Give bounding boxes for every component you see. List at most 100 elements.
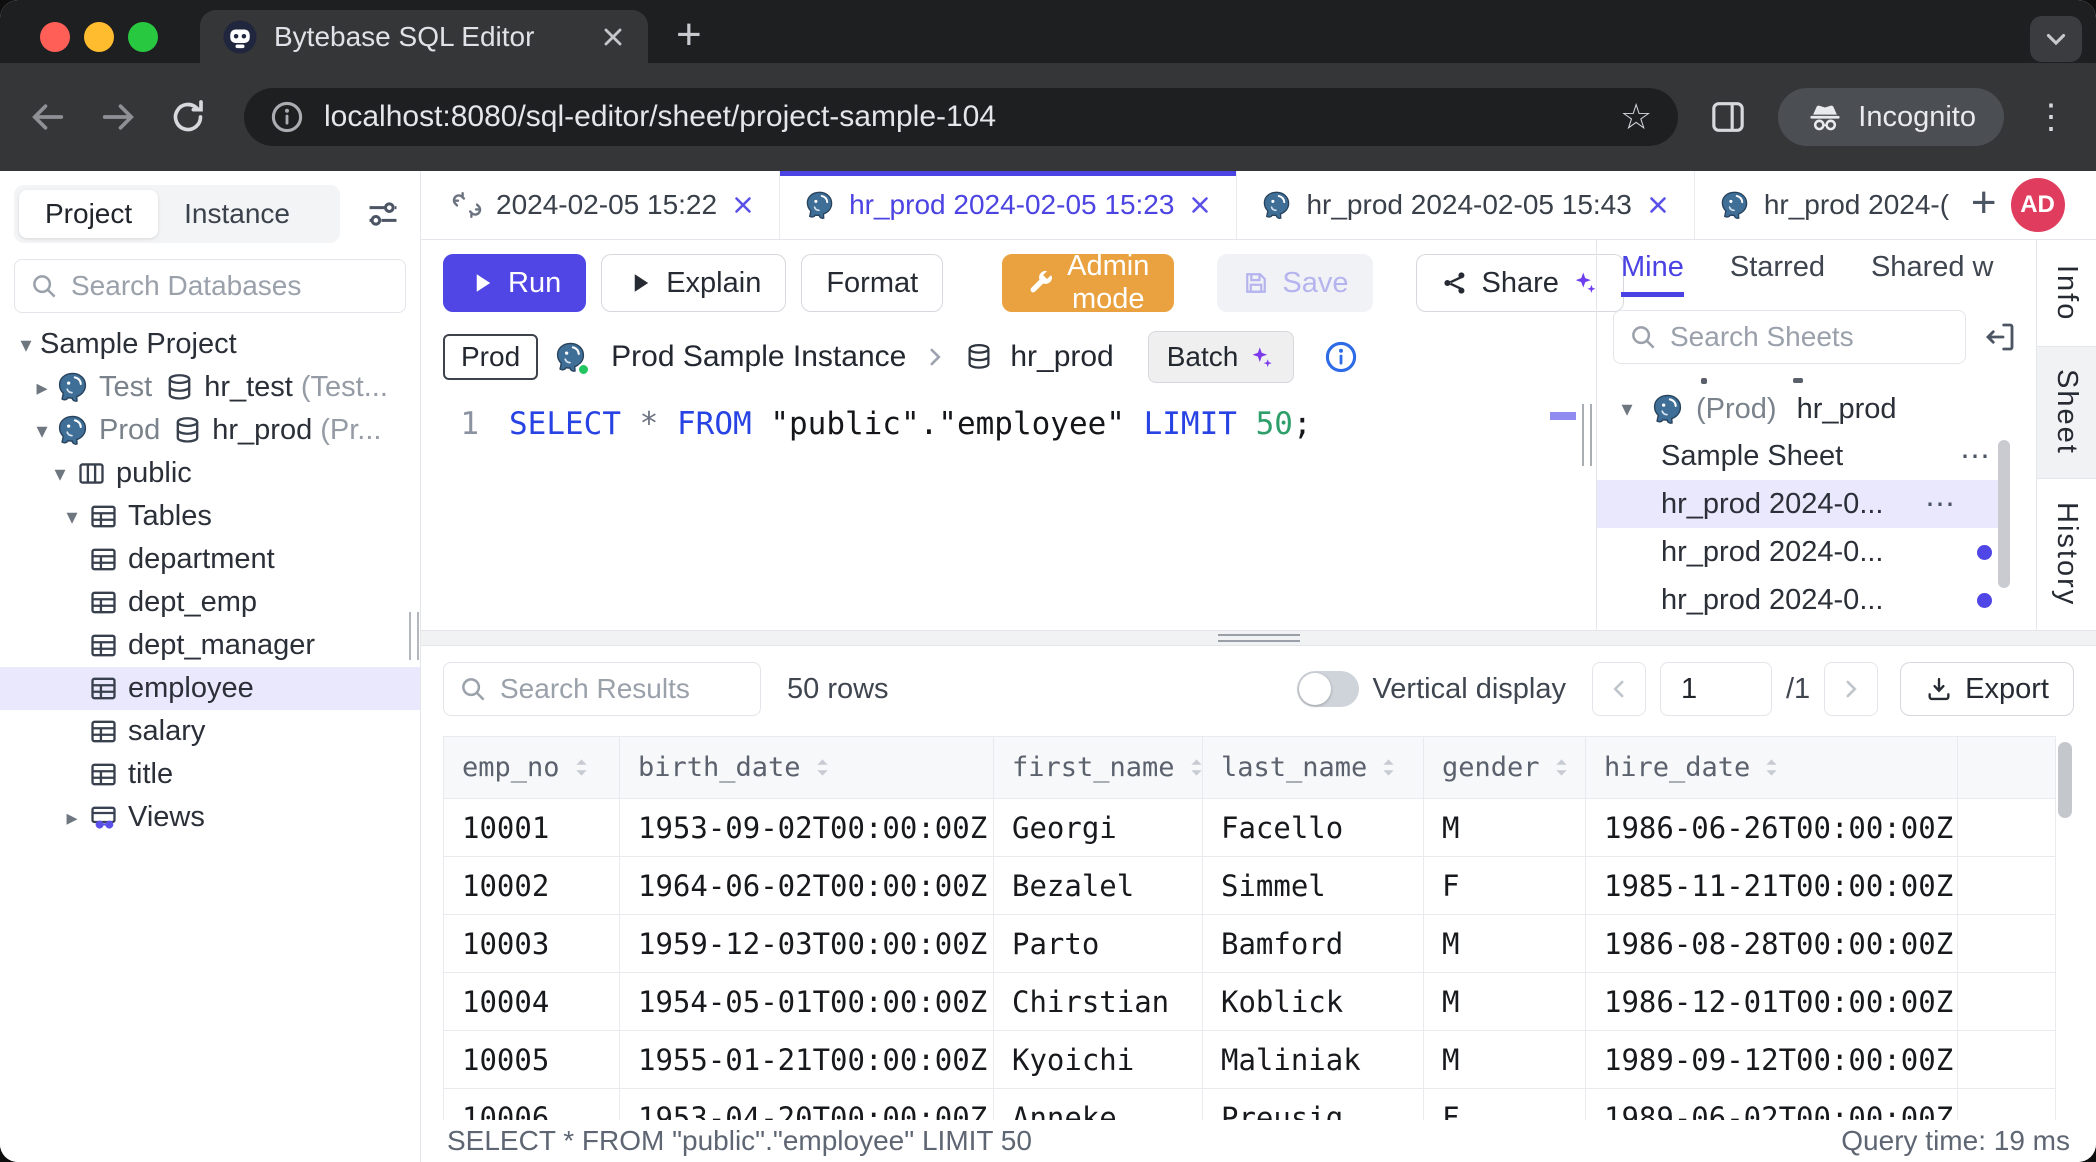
macos-window-controls[interactable] <box>40 22 158 52</box>
export-button[interactable]: Export <box>1900 662 2074 716</box>
sort-icon[interactable] <box>1758 754 1785 781</box>
admin-mode-button[interactable]: Admin mode <box>1002 254 1174 312</box>
explain-button[interactable]: Explain <box>601 254 786 312</box>
table-row[interactable]: 100051955-01-21T00:00:00ZKyoichiMaliniak… <box>444 1031 2056 1089</box>
column-header[interactable]: last_name <box>1203 737 1424 799</box>
tree-item-hr-prod[interactable]: ▾ Prod hr_prod (Pr... <box>0 409 420 452</box>
sheet-list-scrollbar[interactable] <box>1998 440 2010 588</box>
info-icon[interactable] <box>1324 340 1358 374</box>
close-tab-icon[interactable] <box>600 24 626 50</box>
back-icon[interactable] <box>28 97 68 137</box>
new-sheet-button[interactable]: + <box>1971 181 1997 225</box>
search-databases-input[interactable] <box>71 270 391 302</box>
tab-project[interactable]: Project <box>19 190 158 238</box>
sidebar-resize-handle[interactable] <box>409 612 419 660</box>
close-window-button[interactable] <box>40 22 70 52</box>
close-icon[interactable] <box>1188 193 1212 217</box>
panel-resize-handle[interactable] <box>1582 404 1592 466</box>
column-header[interactable]: emp_no <box>444 737 620 799</box>
tree-item-views-group[interactable]: ▸ Views <box>0 796 420 839</box>
caret-down-icon[interactable]: ▾ <box>46 461 74 487</box>
open-sheet-icon[interactable] <box>1982 319 2018 355</box>
tree-item-table-employee[interactable]: employee <box>0 667 420 710</box>
sheet-item[interactable]: hr_prod 2024-0... <box>1597 528 2036 576</box>
caret-right-icon[interactable]: ▸ <box>58 805 86 831</box>
code-editor[interactable]: 1SELECT * FROM "public"."employee" LIMIT… <box>421 390 1596 630</box>
sort-icon[interactable] <box>1183 754 1203 781</box>
user-avatar[interactable]: AD <box>2011 178 2065 232</box>
previous-page-button[interactable] <box>1592 662 1646 716</box>
sheet-menu-icon[interactable]: ⋯ <box>1960 439 1992 474</box>
save-button[interactable]: Save <box>1217 254 1373 312</box>
tree-item-table-dept-emp[interactable]: dept_emp <box>0 581 420 624</box>
rail-tab-info[interactable]: Info <box>2037 240 2096 346</box>
editor-tab[interactable]: hr_prod 2024-02-05 15:43 <box>1237 171 1694 239</box>
table-row[interactable]: 100021964-06-02T00:00:00ZBezalelSimmelF1… <box>444 857 2056 915</box>
caret-down-icon[interactable]: ▾ <box>1613 396 1641 422</box>
share-button[interactable]: Share <box>1416 254 1623 312</box>
column-header[interactable]: first_name <box>994 737 1203 799</box>
rail-tab-history[interactable]: History <box>2037 479 2096 630</box>
editor-tab-truncated[interactable]: hr_prod 2024-( <box>1695 171 1963 239</box>
browser-tab[interactable]: Bytebase SQL Editor <box>200 10 648 63</box>
sort-icon[interactable] <box>568 754 595 781</box>
caret-down-icon[interactable]: ▾ <box>58 504 86 530</box>
table-row[interactable]: 100031959-12-03T00:00:00ZPartoBamfordM19… <box>444 915 2056 973</box>
database-search[interactable] <box>14 259 406 313</box>
column-header[interactable]: hire_date <box>1586 737 1958 799</box>
batch-button[interactable]: Batch <box>1148 331 1295 383</box>
sheet-group-hr-prod[interactable]: ▾ (Prod) hr_prod <box>1597 386 2036 432</box>
tab-mine[interactable]: Mine <box>1621 251 1684 297</box>
tab-shared[interactable]: Shared w <box>1871 251 1994 297</box>
editor-tab-unsaved[interactable]: 2024-02-05 15:22 <box>427 171 780 239</box>
filter-settings-icon[interactable] <box>364 195 402 233</box>
instance-name[interactable]: Prod Sample Instance <box>611 340 906 374</box>
browser-menu-icon[interactable]: ⋮ <box>2034 100 2068 134</box>
column-header[interactable]: birth_date <box>620 737 994 799</box>
caret-down-icon[interactable]: ▾ <box>12 332 40 358</box>
sort-icon[interactable] <box>1548 754 1575 781</box>
search-sheets-input[interactable] <box>1670 321 1951 353</box>
sheet-item-selected[interactable]: hr_prod 2024-0... ⋯ <box>1597 480 2001 528</box>
tree-item-project[interactable]: ▾ Sample Project <box>0 323 420 366</box>
zoom-window-button[interactable] <box>128 22 158 52</box>
close-icon[interactable] <box>1646 193 1670 217</box>
tree-item-schema-public[interactable]: ▾ public <box>0 452 420 495</box>
url-bar[interactable]: localhost:8080/sql-editor/sheet/project-… <box>244 88 1678 146</box>
tab-search-button[interactable] <box>2030 16 2082 62</box>
close-icon[interactable] <box>731 193 755 217</box>
caret-right-icon[interactable]: ▸ <box>28 375 56 401</box>
results-search[interactable] <box>443 662 761 716</box>
tab-starred[interactable]: Starred <box>1730 251 1825 297</box>
table-row[interactable]: 100041954-05-01T00:00:00ZChirstianKoblic… <box>444 973 2056 1031</box>
editor-tab-active[interactable]: hr_prod 2024-02-05 15:23 <box>780 171 1237 239</box>
tab-instance[interactable]: Instance <box>158 190 316 238</box>
database-name[interactable]: hr_prod <box>1010 340 1113 374</box>
tree-item-table-salary[interactable]: salary <box>0 710 420 753</box>
tree-item-table-title[interactable]: title <box>0 753 420 796</box>
reload-icon[interactable] <box>168 97 208 137</box>
next-page-button[interactable] <box>1824 662 1878 716</box>
search-results-input[interactable] <box>500 673 746 705</box>
sheet-menu-icon[interactable]: ⋯ <box>1925 487 1957 522</box>
sheet-search[interactable] <box>1613 310 1966 364</box>
sheet-item-clipped[interactable]: hr_prod 2024-0... <box>1597 576 2036 624</box>
caret-down-icon[interactable]: ▾ <box>28 418 56 444</box>
tree-item-hr-test[interactable]: ▸ Test hr_test (Test... <box>0 366 420 409</box>
new-tab-button[interactable]: + <box>676 13 702 57</box>
run-button[interactable]: Run <box>443 254 586 312</box>
drag-handle-icon[interactable] <box>1218 634 1300 642</box>
sort-icon[interactable] <box>809 754 836 781</box>
table-scrollbar[interactable] <box>2058 742 2072 818</box>
site-info-icon[interactable] <box>270 100 304 134</box>
minimize-window-button[interactable] <box>84 22 114 52</box>
page-number-input[interactable] <box>1660 662 1772 716</box>
bookmark-star-icon[interactable]: ☆ <box>1620 96 1652 138</box>
results-divider[interactable] <box>421 630 2096 646</box>
sort-icon[interactable] <box>1375 754 1402 781</box>
tree-item-table-department[interactable]: department <box>0 538 420 581</box>
format-button[interactable]: Format <box>801 254 943 312</box>
vertical-display-toggle[interactable] <box>1297 671 1359 707</box>
sheet-item[interactable]: Sample Sheet ⋯ <box>1597 432 2036 480</box>
rail-tab-sheet[interactable]: Sheet <box>2037 346 2096 479</box>
